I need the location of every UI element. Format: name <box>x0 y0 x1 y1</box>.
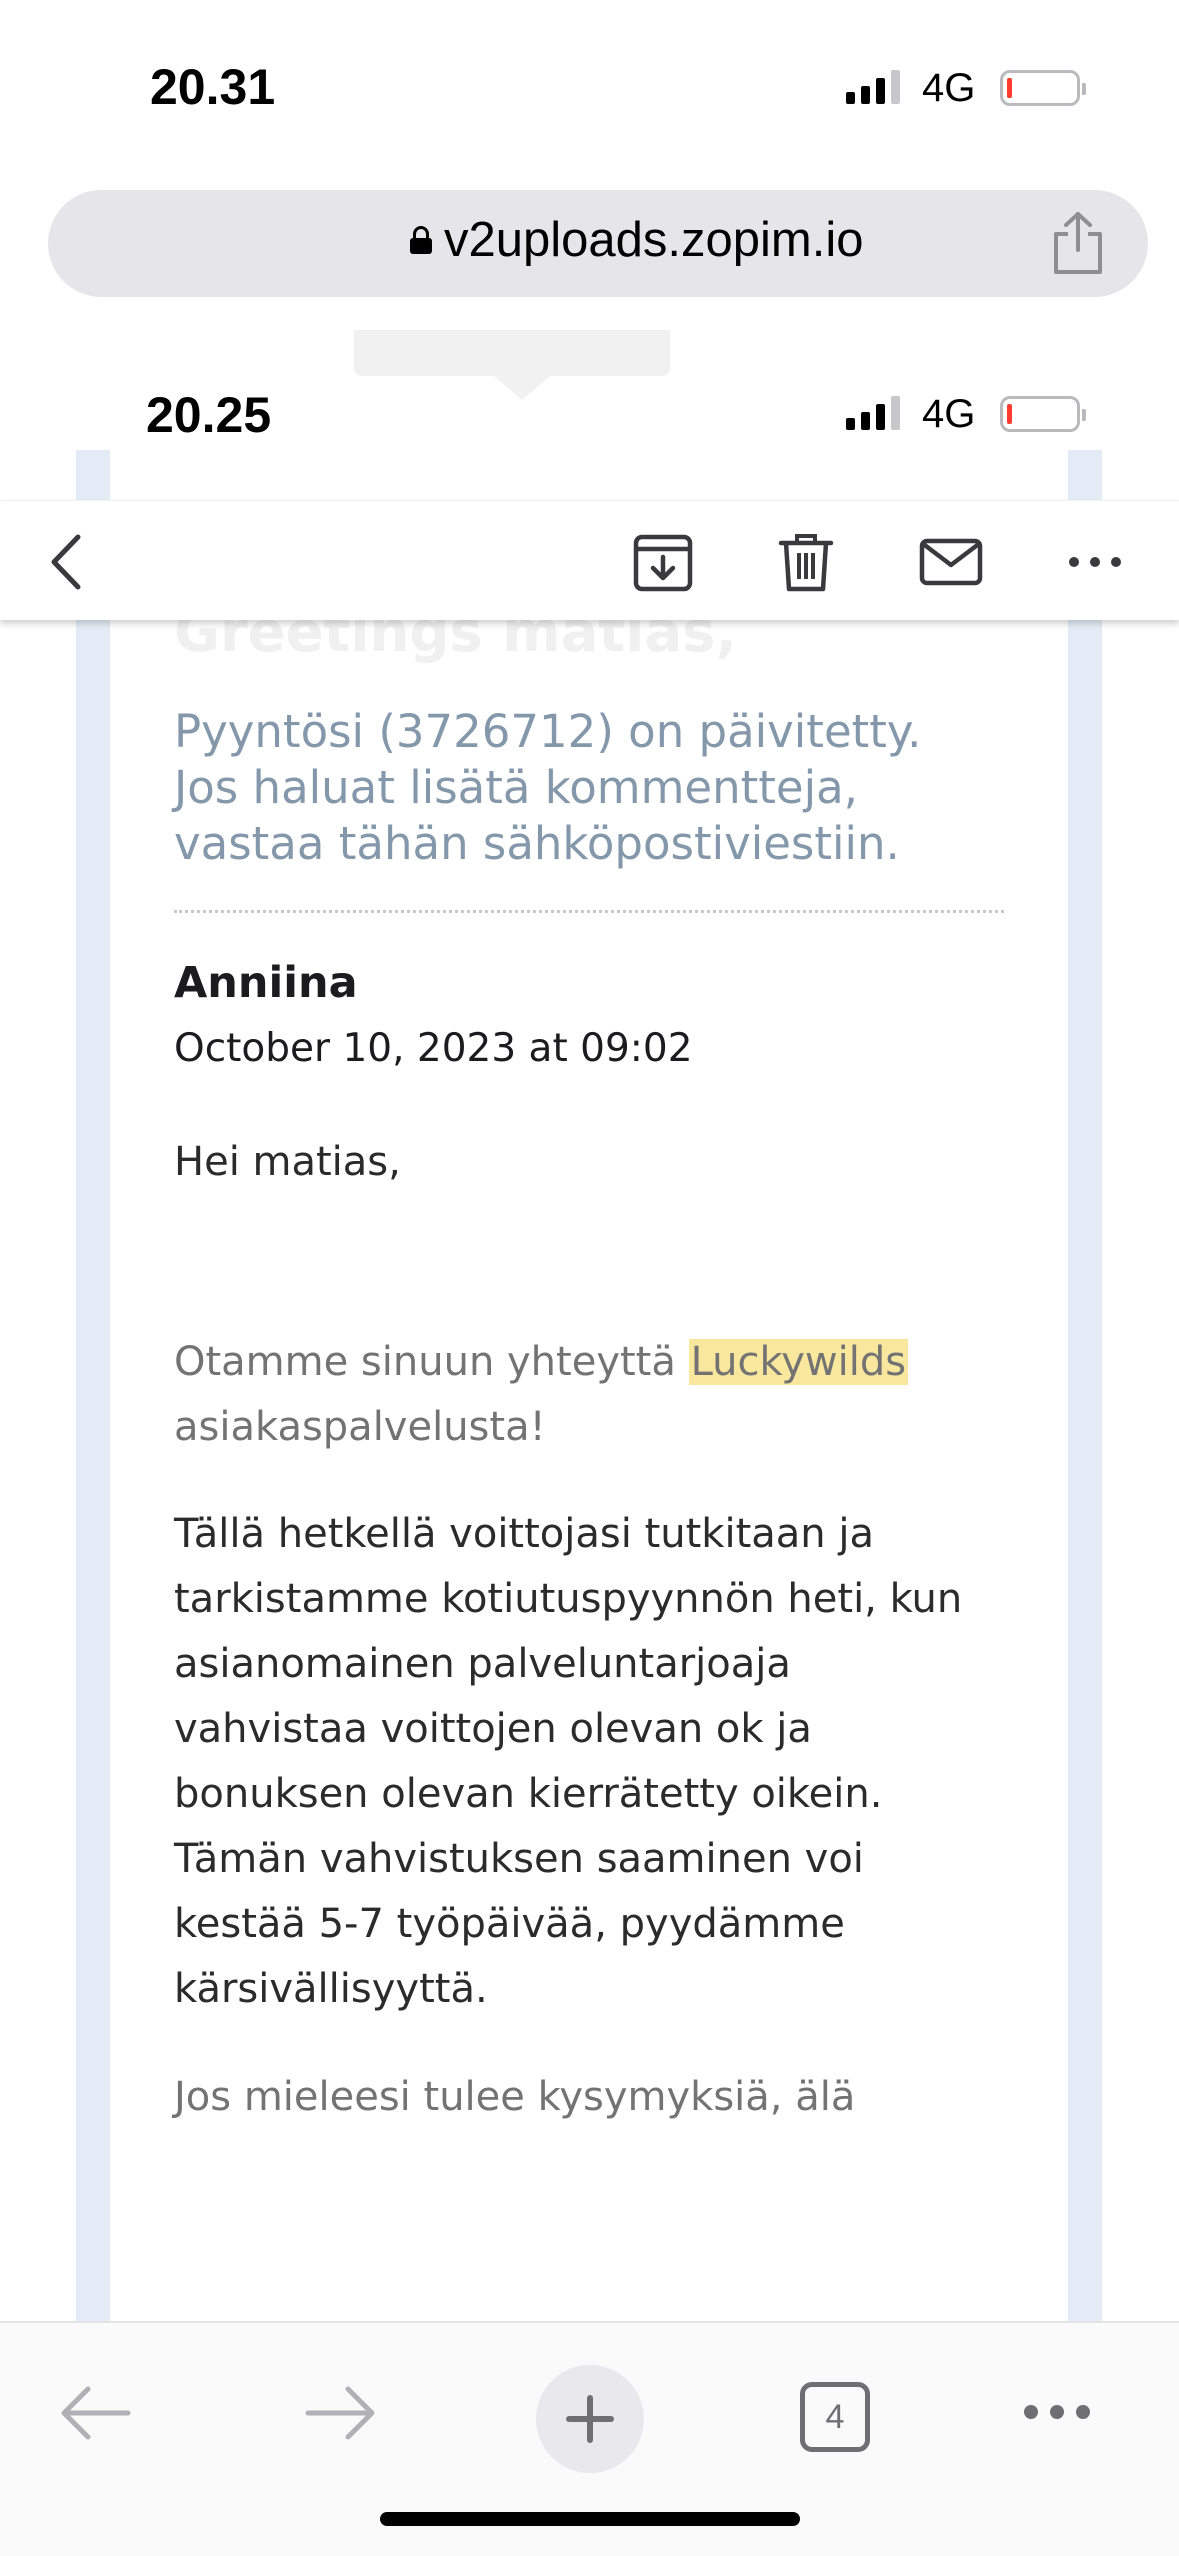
inner-signal-icon <box>846 396 900 430</box>
inner-status-bar: 20.25 4G <box>0 330 1179 460</box>
mail-icon[interactable] <box>916 531 986 593</box>
paragraph-line: bonuksen olevan kierrätetty oikein. <box>174 1771 883 1817</box>
salutation: Hei matias, <box>174 1139 401 1185</box>
inner-status-time: 20.25 <box>146 387 272 443</box>
intro-line: Pyyntösi (3726712) on päivitetty. <box>174 705 922 758</box>
status-time: 20.31 <box>150 59 276 115</box>
paragraph-questions: Jos mieleesi tulee kysymyksiä, älä <box>174 2065 1024 2130</box>
paragraph-line: asianomainen palveluntarjoaja <box>174 1641 791 1687</box>
paragraph-line: Tämän vahvistuksen saaminen voi <box>174 1836 864 1882</box>
paragraph-line: Tällä hetkellä voittojasi tutkitaan ja <box>174 1511 874 1557</box>
paragraph-timing: Tämän vahvistuksen saaminen voi kestää 5… <box>174 1827 1024 2022</box>
paragraph-line: vahvistaa voittojen olevan ok ja <box>174 1706 812 1752</box>
forward-arrow-icon[interactable] <box>304 2385 378 2441</box>
divider <box>174 910 1004 913</box>
inner-battery-icon <box>1000 396 1086 432</box>
author-name: Anniina <box>174 958 358 1008</box>
back-icon[interactable] <box>34 531 104 593</box>
status-bar: 20.31 4G <box>0 0 1179 180</box>
address-bar[interactable]: v2uploads.zopim.io <box>48 190 1148 297</box>
paragraph-line: kärsivällisyyttä. <box>174 1966 488 2012</box>
message-date: October 10, 2023 at 09:02 <box>174 1026 693 1071</box>
url-text: v2uploads.zopim.io <box>444 213 864 267</box>
mail-toolbar <box>0 500 1179 620</box>
intro-line: Jos haluat lisätä kommentteja, <box>174 761 858 814</box>
more-icon[interactable] <box>1060 531 1130 593</box>
new-tab-button[interactable] <box>536 2365 644 2473</box>
archive-icon[interactable] <box>628 531 698 593</box>
paragraph-contact: Otamme sinuun yhteyttä Luckywilds asiaka… <box>174 1330 1024 1460</box>
email-intro: Pyyntösi (3726712) on päivitetty. Jos ha… <box>174 704 1014 872</box>
paragraph-line: Jos mieleesi tulee kysymyksiä, älä <box>174 2074 856 2120</box>
paragraph-line: tarkistamme kotiutuspyynnön heti, kun <box>174 1576 963 1622</box>
home-indicator <box>380 2512 800 2526</box>
signal-icon <box>846 70 900 104</box>
paragraph-text: Otamme sinuun yhteyttä <box>174 1339 689 1385</box>
lock-icon <box>410 226 432 254</box>
share-icon[interactable] <box>1048 210 1108 276</box>
paragraph-status: Tällä hetkellä voittojasi tutkitaan ja t… <box>174 1502 1024 1827</box>
embedded-screenshot: 20.25 4G Greetings matias, Pyyntösi (372… <box>0 330 1179 2330</box>
highlighted-brand: Luckywilds <box>688 1339 909 1385</box>
battery-icon <box>1000 70 1086 106</box>
back-arrow-icon[interactable] <box>58 2385 132 2441</box>
inner-network-label: 4G <box>922 392 976 436</box>
network-label: 4G <box>922 66 976 110</box>
tabs-button[interactable]: 4 <box>800 2382 870 2452</box>
paragraph-line: kestää 5-7 työpäivää, pyydämme <box>174 1901 845 1947</box>
trash-icon[interactable] <box>771 531 841 593</box>
paragraph-text: asiakaspalvelusta! <box>174 1404 546 1450</box>
menu-more-icon[interactable] <box>1024 2405 1090 2419</box>
intro-line: vastaa tähän sähköpostiviestiin. <box>174 817 900 870</box>
